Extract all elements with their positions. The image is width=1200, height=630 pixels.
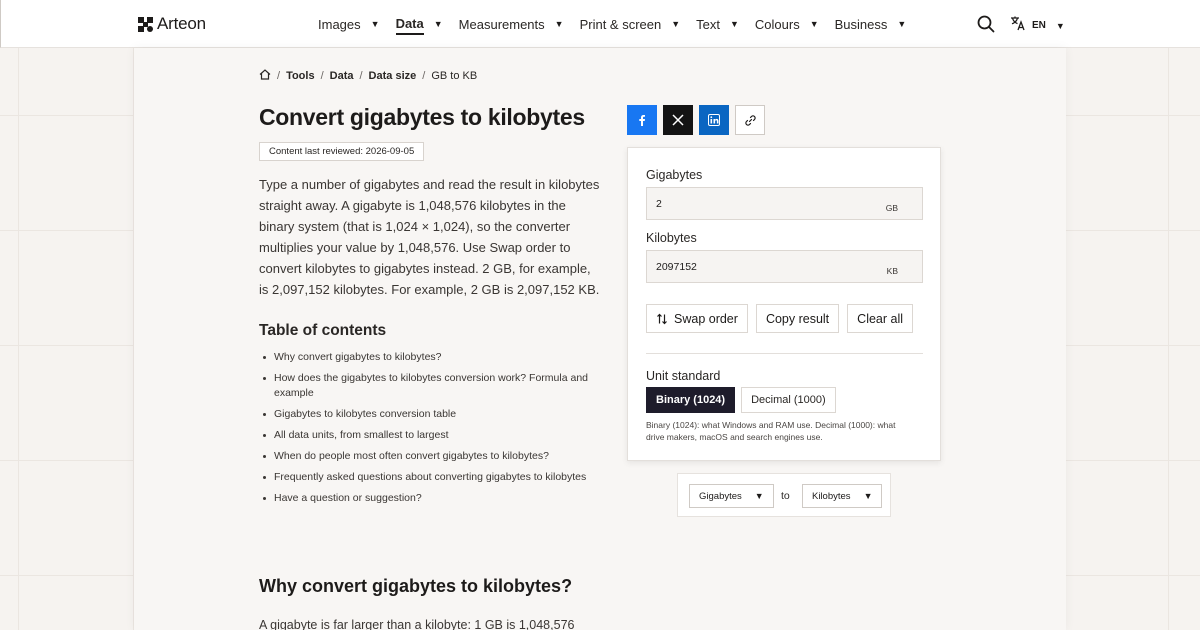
section-heading: Why convert gigabytes to kilobytes? — [259, 576, 573, 596]
language-code: EN — [1032, 20, 1046, 31]
nav-item-colours[interactable]: Colours ▼ — [755, 15, 819, 34]
breadcrumb: / Tools / Data / Data size / GB to KB — [259, 69, 477, 83]
gigabytes-label: Gigabytes — [646, 168, 703, 182]
nav-item-business[interactable]: Business ▼ — [835, 15, 907, 34]
from-unit-value: Gigabytes — [699, 490, 742, 502]
chevron-down-icon: ▼ — [897, 19, 907, 29]
breadcrumb-separator: / — [422, 70, 426, 82]
home-icon[interactable] — [259, 69, 271, 83]
translate-icon — [1010, 15, 1026, 36]
chevron-down-icon: ▼ — [1055, 20, 1065, 31]
nav-item-label: Data — [395, 14, 424, 35]
breadcrumb-link-data[interactable]: Data — [330, 70, 354, 82]
nav-item-text[interactable]: Text ▼ — [696, 15, 739, 34]
chevron-down-icon: ▼ — [863, 491, 873, 501]
chevron-down-icon: ▼ — [809, 19, 819, 29]
swap-order-button[interactable]: Swap order — [646, 304, 748, 333]
breadcrumb-link-tools[interactable]: Tools — [286, 70, 315, 82]
search-icon[interactable] — [977, 15, 995, 33]
reviewed-badge: Content last reviewed: 2026-09-05 — [259, 142, 425, 161]
breadcrumb-link-data-size[interactable]: Data size — [369, 70, 417, 82]
chevron-down-icon: ▼ — [554, 19, 564, 29]
chevron-down-icon: ▼ — [730, 19, 739, 29]
chevron-down-icon: ▼ — [370, 19, 380, 29]
toc-item[interactable]: All data units, from smallest to largest — [259, 428, 599, 443]
unit-standard-label: Unit standard — [646, 369, 721, 383]
top-navigation-bar: Arteon Images ▼ Data ▼ Measurements ▼ Pr… — [0, 0, 1200, 48]
gigabytes-unit: GB — [885, 203, 898, 213]
nav-item-label: Business — [834, 16, 888, 32]
divider — [646, 353, 923, 354]
toc-heading: Table of contents — [259, 322, 387, 339]
chevron-down-icon: ▼ — [433, 19, 443, 29]
table-of-contents: Why convert gigabytes to kilobytes? How … — [259, 350, 599, 512]
breadcrumb-separator: / — [320, 70, 324, 82]
logo-icon — [138, 16, 153, 32]
kilobytes-unit: KB — [886, 266, 898, 276]
breadcrumb-separator: / — [277, 70, 281, 82]
linkedin-icon[interactable] — [699, 105, 729, 135]
nav-item-label: Measurements — [458, 16, 545, 32]
kilobytes-field[interactable]: KB — [646, 250, 923, 283]
toc-item[interactable]: How does the gigabytes to kilobytes conv… — [259, 371, 599, 401]
decimal-option[interactable]: Decimal (1000) — [741, 387, 836, 413]
page-title: Convert gigabytes to kilobytes — [259, 104, 585, 130]
toc-item[interactable]: Have a question or suggestion? — [259, 491, 599, 506]
to-label: to — [781, 490, 790, 502]
kilobytes-label: Kilobytes — [646, 231, 697, 245]
brand-logo[interactable]: Arteon — [138, 14, 206, 34]
x-icon[interactable] — [663, 105, 693, 135]
swap-order-label: Swap order — [674, 311, 738, 326]
chevron-down-icon: ▼ — [754, 491, 764, 501]
unit-standard-toggle: Binary (1024) Decimal (1000) — [646, 387, 836, 413]
gigabytes-input[interactable] — [647, 188, 877, 219]
nav-item-print-screen[interactable]: Print & screen ▼ — [580, 15, 681, 34]
breadcrumb-current: GB to KB — [431, 70, 478, 82]
breadcrumb-separator: / — [359, 70, 363, 82]
converter-card: Gigabytes GB Kilobytes KB Swap order Cop… — [627, 147, 941, 461]
intro-paragraph: Type a number of gigabytes and read the … — [259, 177, 600, 297]
to-unit-select[interactable]: Kilobytes ▼ — [802, 484, 883, 508]
unit-selector-bar: Gigabytes ▼ to Kilobytes ▼ — [677, 473, 891, 517]
nav-item-data[interactable]: Data ▼ — [395, 14, 443, 35]
gigabytes-field[interactable]: GB — [646, 187, 923, 220]
toc-item[interactable]: Frequently asked questions about convert… — [259, 470, 599, 485]
nav-item-label: Images — [318, 16, 361, 32]
nav-item-measurements[interactable]: Measurements ▼ — [459, 15, 564, 34]
copy-result-button[interactable]: Copy result — [755, 304, 840, 333]
swap-icon — [656, 313, 668, 325]
main-nav: Images ▼ Data ▼ Measurements ▼ Print & s… — [318, 0, 922, 48]
chevron-down-icon: ▼ — [671, 19, 681, 29]
binary-option[interactable]: Binary (1024) — [646, 387, 736, 413]
converter-actions: Swap order Copy result Clear all — [646, 304, 914, 333]
nav-item-label: Print & screen — [579, 16, 662, 32]
link-icon[interactable] — [735, 105, 765, 135]
language-selector[interactable]: EN ▼ — [1010, 15, 1065, 36]
section-paragraph: A gigabyte is far larger than a kilobyte… — [259, 618, 575, 630]
nav-item-images[interactable]: Images ▼ — [318, 15, 380, 34]
toc-item[interactable]: Gigabytes to kilobytes conversion table — [259, 407, 599, 422]
brand-name: Arteon — [157, 14, 206, 33]
toc-item[interactable]: Why convert gigabytes to kilobytes? — [259, 350, 599, 365]
to-unit-value: Kilobytes — [812, 490, 851, 502]
nav-item-label: Text — [696, 16, 720, 32]
from-unit-select[interactable]: Gigabytes ▼ — [689, 484, 774, 508]
nav-item-label: Colours — [754, 16, 800, 32]
share-buttons — [627, 105, 765, 135]
kilobytes-input[interactable] — [647, 251, 877, 282]
toc-item[interactable]: When do people most often convert gigaby… — [259, 449, 599, 464]
facebook-icon[interactable] — [627, 105, 657, 135]
unit-standard-note: Binary (1024): what Windows and RAM use.… — [646, 420, 896, 442]
clear-all-button[interactable]: Clear all — [847, 304, 914, 333]
